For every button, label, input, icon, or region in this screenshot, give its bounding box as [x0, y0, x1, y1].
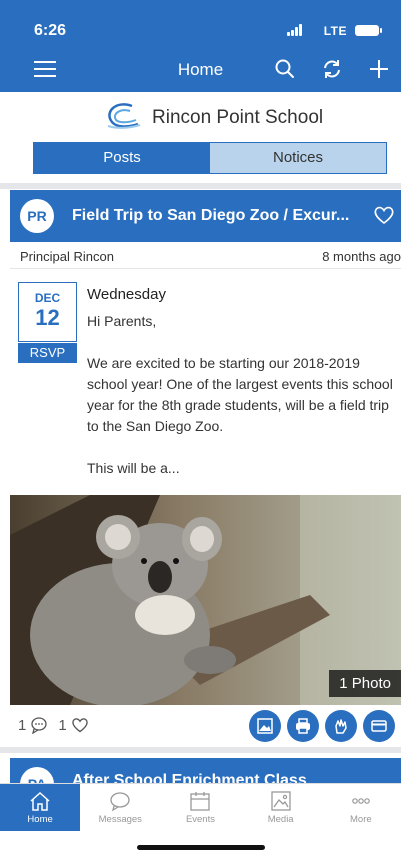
comment-count: 1	[18, 716, 27, 734]
media-icon	[271, 791, 291, 811]
divider	[0, 183, 401, 189]
payment-button[interactable]	[363, 710, 395, 742]
print-icon	[296, 718, 310, 734]
like-count: 1	[58, 716, 67, 734]
print-button[interactable]	[287, 710, 319, 742]
post-actions	[249, 710, 395, 742]
search-icon[interactable]	[272, 56, 298, 82]
battery-icon	[355, 25, 382, 36]
volunteer-button[interactable]	[325, 710, 357, 742]
more-icon	[352, 798, 370, 804]
avatar: PR	[20, 199, 54, 233]
network-label: LTE	[323, 24, 347, 38]
messages-icon	[110, 792, 130, 812]
post-weekday: Wednesday	[87, 286, 166, 303]
event-date: DEC 12	[18, 282, 77, 342]
post-greeting: Hi Parents,	[87, 313, 157, 329]
home-icon	[30, 791, 50, 811]
top-bar: 6:26 LTE Home	[0, 0, 401, 92]
post-time: 8 months ago	[322, 249, 401, 264]
event-day: 12	[35, 305, 60, 330]
plus-icon[interactable]	[366, 56, 392, 82]
comment-icon[interactable]	[30, 716, 48, 734]
refresh-icon[interactable]	[319, 56, 345, 82]
status-bar: 6:26 LTE	[0, 0, 401, 46]
tab-media-label: Media	[267, 814, 294, 825]
post-meta: Principal Rincon 8 months ago	[10, 245, 401, 269]
post-title[interactable]: Field Trip to San Diego Zoo / Excur...	[72, 207, 374, 225]
tab-more-label: More	[350, 814, 372, 825]
post-paragraph: We are excited to be starting our 2018-2…	[87, 355, 393, 434]
post-body: Wednesday Hi Parents, We are excited to …	[87, 284, 397, 500]
tab-home[interactable]: Home	[0, 784, 81, 831]
nav-bar: Home	[0, 46, 401, 92]
tab-posts[interactable]: Posts	[34, 143, 210, 173]
photo-count-badge: 1 Photo	[329, 670, 401, 697]
divider	[0, 747, 401, 753]
school-logo	[107, 103, 141, 129]
tab-media[interactable]: Media	[241, 784, 321, 831]
tab-events-label: Events	[185, 814, 215, 825]
signal-icon	[287, 24, 305, 36]
post-reactions: 1 1	[18, 716, 89, 734]
school-name: Rincon Point School	[152, 107, 324, 128]
tab-bar: Home Messages Events Media More	[0, 783, 401, 831]
event-month: DEC	[34, 291, 61, 305]
segment-control: Posts Notices	[33, 142, 387, 174]
status-time: 6:26	[34, 22, 67, 39]
tab-messages[interactable]: Messages	[80, 784, 160, 831]
tab-notices[interactable]: Notices	[210, 143, 386, 173]
hand-icon	[335, 719, 347, 734]
post-author: Principal Rincon	[20, 249, 114, 264]
rsvp-button[interactable]: RSVP	[18, 343, 77, 363]
home-indicator	[137, 845, 265, 850]
tab-home-label: Home	[27, 814, 53, 825]
events-icon	[190, 792, 211, 811]
image-action-button[interactable]	[249, 710, 281, 742]
post-teaser: This will be a...	[87, 460, 180, 476]
tab-messages-label: Messages	[98, 814, 142, 825]
image-icon	[257, 718, 273, 734]
heart-icon[interactable]	[373, 204, 395, 226]
post-photo[interactable]: 1 Photo	[10, 495, 401, 705]
heart-icon[interactable]	[71, 716, 89, 734]
school-header: Rincon Point School	[0, 92, 401, 142]
tab-more[interactable]: More	[321, 784, 401, 831]
card-icon	[371, 720, 387, 732]
post-header[interactable]: PR Field Trip to San Diego Zoo / Excur..…	[10, 190, 401, 242]
tab-events[interactable]: Events	[160, 784, 240, 831]
